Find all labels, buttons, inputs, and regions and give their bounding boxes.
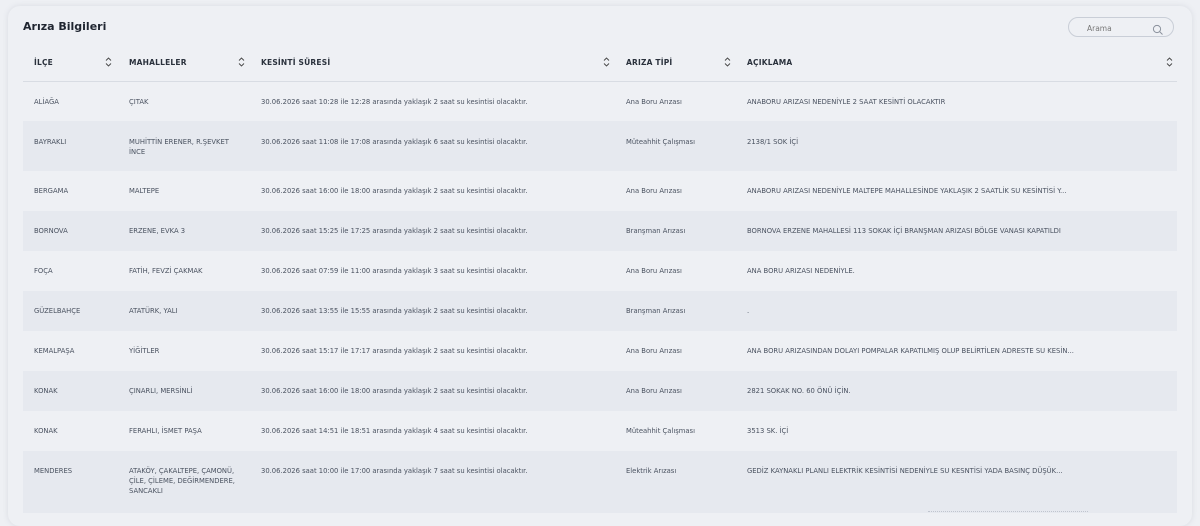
table-row[interactable]: KONAK FERAHLI, İSMET PAŞA 30.06.2026 saa… — [23, 411, 1177, 451]
table-row[interactable]: FOÇA FATİH, FEVZİ ÇAKMAK 30.06.2026 saat… — [23, 251, 1177, 291]
sort-icon[interactable] — [724, 56, 731, 68]
column-header-kesinti-suresi[interactable]: KESİNTİ SÜRESİ — [261, 44, 330, 81]
cell-ilce: KONAK — [34, 387, 58, 395]
table-row[interactable]: GÜZELBAHÇE ATATÜRK, YALI 30.06.2026 saat… — [23, 291, 1177, 331]
panel-title: Arıza Bilgileri — [23, 20, 107, 33]
cell-ariza-tipi: Müteahhit Çalışması — [626, 138, 695, 146]
cell-kesinti-suresi: 30.06.2026 saat 15:17 ile 17:17 arasında… — [261, 347, 528, 355]
cell-kesinti-suresi: 30.06.2026 saat 16:00 ile 18:00 arasında… — [261, 187, 528, 195]
table-row[interactable]: KONAK ÇINARLI, MERSİNLİ 30.06.2026 saat … — [23, 371, 1177, 411]
table-row[interactable]: BAYRAKLI MUHİTTİN ERENER, R.ŞEVKET İNCE … — [23, 121, 1177, 171]
cell-ariza-tipi: Branşman Arızası — [626, 307, 686, 315]
sort-icon[interactable] — [105, 56, 112, 68]
cell-kesinti-suresi: 30.06.2026 saat 16:00 ile 18:00 arasında… — [261, 387, 528, 395]
cell-aciklama: 2821 SOKAK NO. 60 ÖNÜ İÇİN. — [747, 387, 851, 395]
cell-ariza-tipi: Ana Boru Arızası — [626, 187, 682, 195]
cell-mahalleler: ATATÜRK, YALI — [129, 307, 178, 315]
cell-aciklama: 3513 SK. İÇİ — [747, 427, 789, 435]
cell-aciklama: . — [747, 307, 750, 315]
column-header-ariza-tipi[interactable]: ARIZA TİPİ — [626, 44, 672, 81]
column-header-aciklama[interactable]: AÇIKLAMA — [747, 44, 792, 81]
cell-ilce: KEMALPAŞA — [34, 347, 75, 355]
table-row[interactable]: KEMALPAŞA YİĞİTLER 30.06.2026 saat 15:17… — [23, 331, 1177, 371]
cell-mahalleler: FERAHLI, İSMET PAŞA — [129, 427, 202, 435]
cell-ilce: MENDERES — [34, 467, 73, 475]
cell-kesinti-suresi: 30.06.2026 saat 11:08 ile 17:08 arasında… — [261, 138, 528, 146]
cell-mahalleler: FATİH, FEVZİ ÇAKMAK — [129, 267, 203, 275]
cell-mahalleler: MALTEPE — [129, 187, 160, 195]
table-row[interactable]: MENDERES ATAKÖY, ÇAKALTEPE, ÇAMONÜ, ÇİLE… — [23, 451, 1177, 513]
sort-icon[interactable] — [603, 56, 610, 68]
cell-ilce: BAYRAKLI — [34, 138, 67, 146]
cell-kesinti-suresi: 30.06.2026 saat 14:51 ile 18:51 arasında… — [261, 427, 528, 435]
cell-mahalleler: MUHİTTİN ERENER, R.ŞEVKET İNCE — [129, 138, 229, 156]
cell-mahalleler: YİĞİTLER — [129, 347, 160, 355]
cell-aciklama: GEDİZ KAYNAKLI PLANLI ELEKTRİK KESİNTİSİ… — [747, 467, 1063, 475]
cell-ariza-tipi: Ana Boru Arızası — [626, 267, 682, 275]
cell-ariza-tipi: Ana Boru Arızası — [626, 387, 682, 395]
sort-icon[interactable] — [238, 56, 245, 68]
table-header: İLÇE MAHALLELER KESİNTİ SÜRESİ ARIZA TİP… — [23, 44, 1177, 82]
cell-ariza-tipi: Elektrik Arızası — [626, 467, 677, 475]
table-row[interactable]: BERGAMA MALTEPE 30.06.2026 saat 16:00 il… — [23, 171, 1177, 211]
cell-ilce: ALİAĞA — [34, 98, 59, 106]
cell-kesinti-suresi: 30.06.2026 saat 13:55 ile 15:55 arasında… — [261, 307, 528, 315]
search-input[interactable] — [1085, 21, 1149, 35]
cell-aciklama: ANABORU ARIZASI NEDENİYLE 2 SAAT KESİNTİ… — [747, 98, 946, 106]
cell-mahalleler: ATAKÖY, ÇAKALTEPE, ÇAMONÜ, ÇİLE, ÇİLEME,… — [129, 467, 235, 495]
sort-icon[interactable] — [1166, 56, 1173, 68]
cell-mahalleler: ÇITAK — [129, 98, 149, 106]
cell-aciklama: 2138/1 SOK İÇİ — [747, 138, 799, 146]
cell-ilce: GÜZELBAHÇE — [34, 307, 81, 315]
cell-ariza-tipi: Ana Boru Arızası — [626, 347, 682, 355]
cell-kesinti-suresi: 30.06.2026 saat 10:00 ile 17:00 arasında… — [261, 467, 528, 475]
cell-mahalleler: ERZENE, EVKA 3 — [129, 227, 186, 235]
cell-kesinti-suresi: 30.06.2026 saat 10:28 ile 12:28 arasında… — [261, 98, 528, 106]
cell-mahalleler: ÇINARLI, MERSİNLİ — [129, 387, 193, 395]
cell-ilce: BERGAMA — [34, 187, 69, 195]
table-row[interactable]: BORNOVA ERZENE, EVKA 3 30.06.2026 saat 1… — [23, 211, 1177, 251]
cell-ilce: BORNOVA — [34, 227, 68, 235]
cell-aciklama: ANA BORU ARIZASI NEDENİYLE. — [747, 267, 855, 275]
cell-ariza-tipi: Ana Boru Arızası — [626, 98, 682, 106]
fault-info-panel: Arıza Bilgileri İLÇE MAHALLELER KESİNTİ … — [8, 6, 1192, 526]
search-box[interactable] — [1068, 17, 1174, 37]
cell-ariza-tipi: Müteahhit Çalışması — [626, 427, 695, 435]
cell-ilce: FOÇA — [34, 267, 53, 275]
cell-aciklama: BORNOVA ERZENE MAHALLESİ 113 SOKAK İÇİ B… — [747, 227, 1061, 235]
cell-aciklama: ANA BORU ARIZASINDAN DOLAYI POMPALAR KAP… — [747, 347, 1074, 355]
table-row[interactable]: ALİAĞA ÇITAK 30.06.2026 saat 10:28 ile 1… — [23, 81, 1177, 121]
column-header-mahalleler[interactable]: MAHALLELER — [129, 44, 187, 81]
cell-ilce: KONAK — [34, 427, 58, 435]
cell-aciklama: ANABORU ARIZASI NEDENİYLE MALTEPE MAHALL… — [747, 187, 1067, 195]
search-icon[interactable] — [1152, 21, 1164, 40]
column-header-ilce[interactable]: İLÇE — [34, 44, 53, 81]
cell-kesinti-suresi: 30.06.2026 saat 15:25 ile 17:25 arasında… — [261, 227, 528, 235]
cell-kesinti-suresi: 30.06.2026 saat 07:59 ile 11:00 arasında… — [261, 267, 528, 275]
cell-ariza-tipi: Branşman Arızası — [626, 227, 686, 235]
